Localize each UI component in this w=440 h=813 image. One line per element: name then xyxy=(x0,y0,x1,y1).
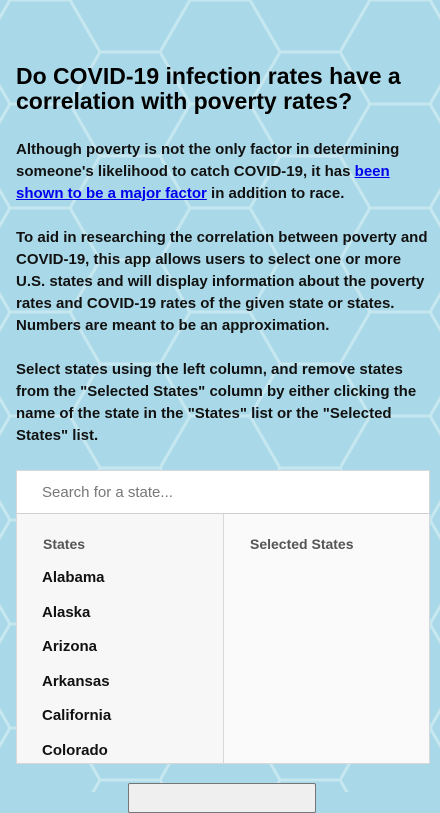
state-item[interactable]: Alaska xyxy=(17,604,223,639)
intro-text-start: Although poverty is not the only factor … xyxy=(16,141,400,180)
state-item[interactable]: Alabama xyxy=(17,569,223,604)
intro-text-end: in addition to race. xyxy=(206,185,345,202)
states-column[interactable]: States Alabama Alaska Arizona Arkansas C… xyxy=(17,514,224,763)
states-list: Alabama Alaska Arizona Arkansas Californ… xyxy=(17,569,223,763)
page-title: Do COVID-19 infection rates have a corre… xyxy=(16,63,401,114)
instructions-paragraph: Select states using the left column, and… xyxy=(16,361,417,444)
selected-states-column[interactable]: Selected States xyxy=(224,514,429,763)
states-column-header: States xyxy=(43,536,86,552)
description-paragraph: To aid in researching the correlation be… xyxy=(16,229,428,334)
state-item[interactable]: Arizona xyxy=(17,638,223,673)
state-item[interactable]: Arkansas xyxy=(17,673,223,708)
intro-paragraph: Although poverty is not the only factor … xyxy=(16,139,430,205)
selected-states-header: Selected States xyxy=(250,536,354,552)
state-item[interactable]: Colorado xyxy=(17,742,223,763)
intro-section: Do COVID-19 infection rates have a corre… xyxy=(0,0,440,447)
state-item[interactable]: California xyxy=(17,707,223,742)
picker-columns: States Alabama Alaska Arizona Arkansas C… xyxy=(17,514,429,763)
partial-button[interactable] xyxy=(128,783,316,813)
state-picker: States Alabama Alaska Arizona Arkansas C… xyxy=(16,470,430,764)
state-search-input[interactable] xyxy=(17,471,429,514)
